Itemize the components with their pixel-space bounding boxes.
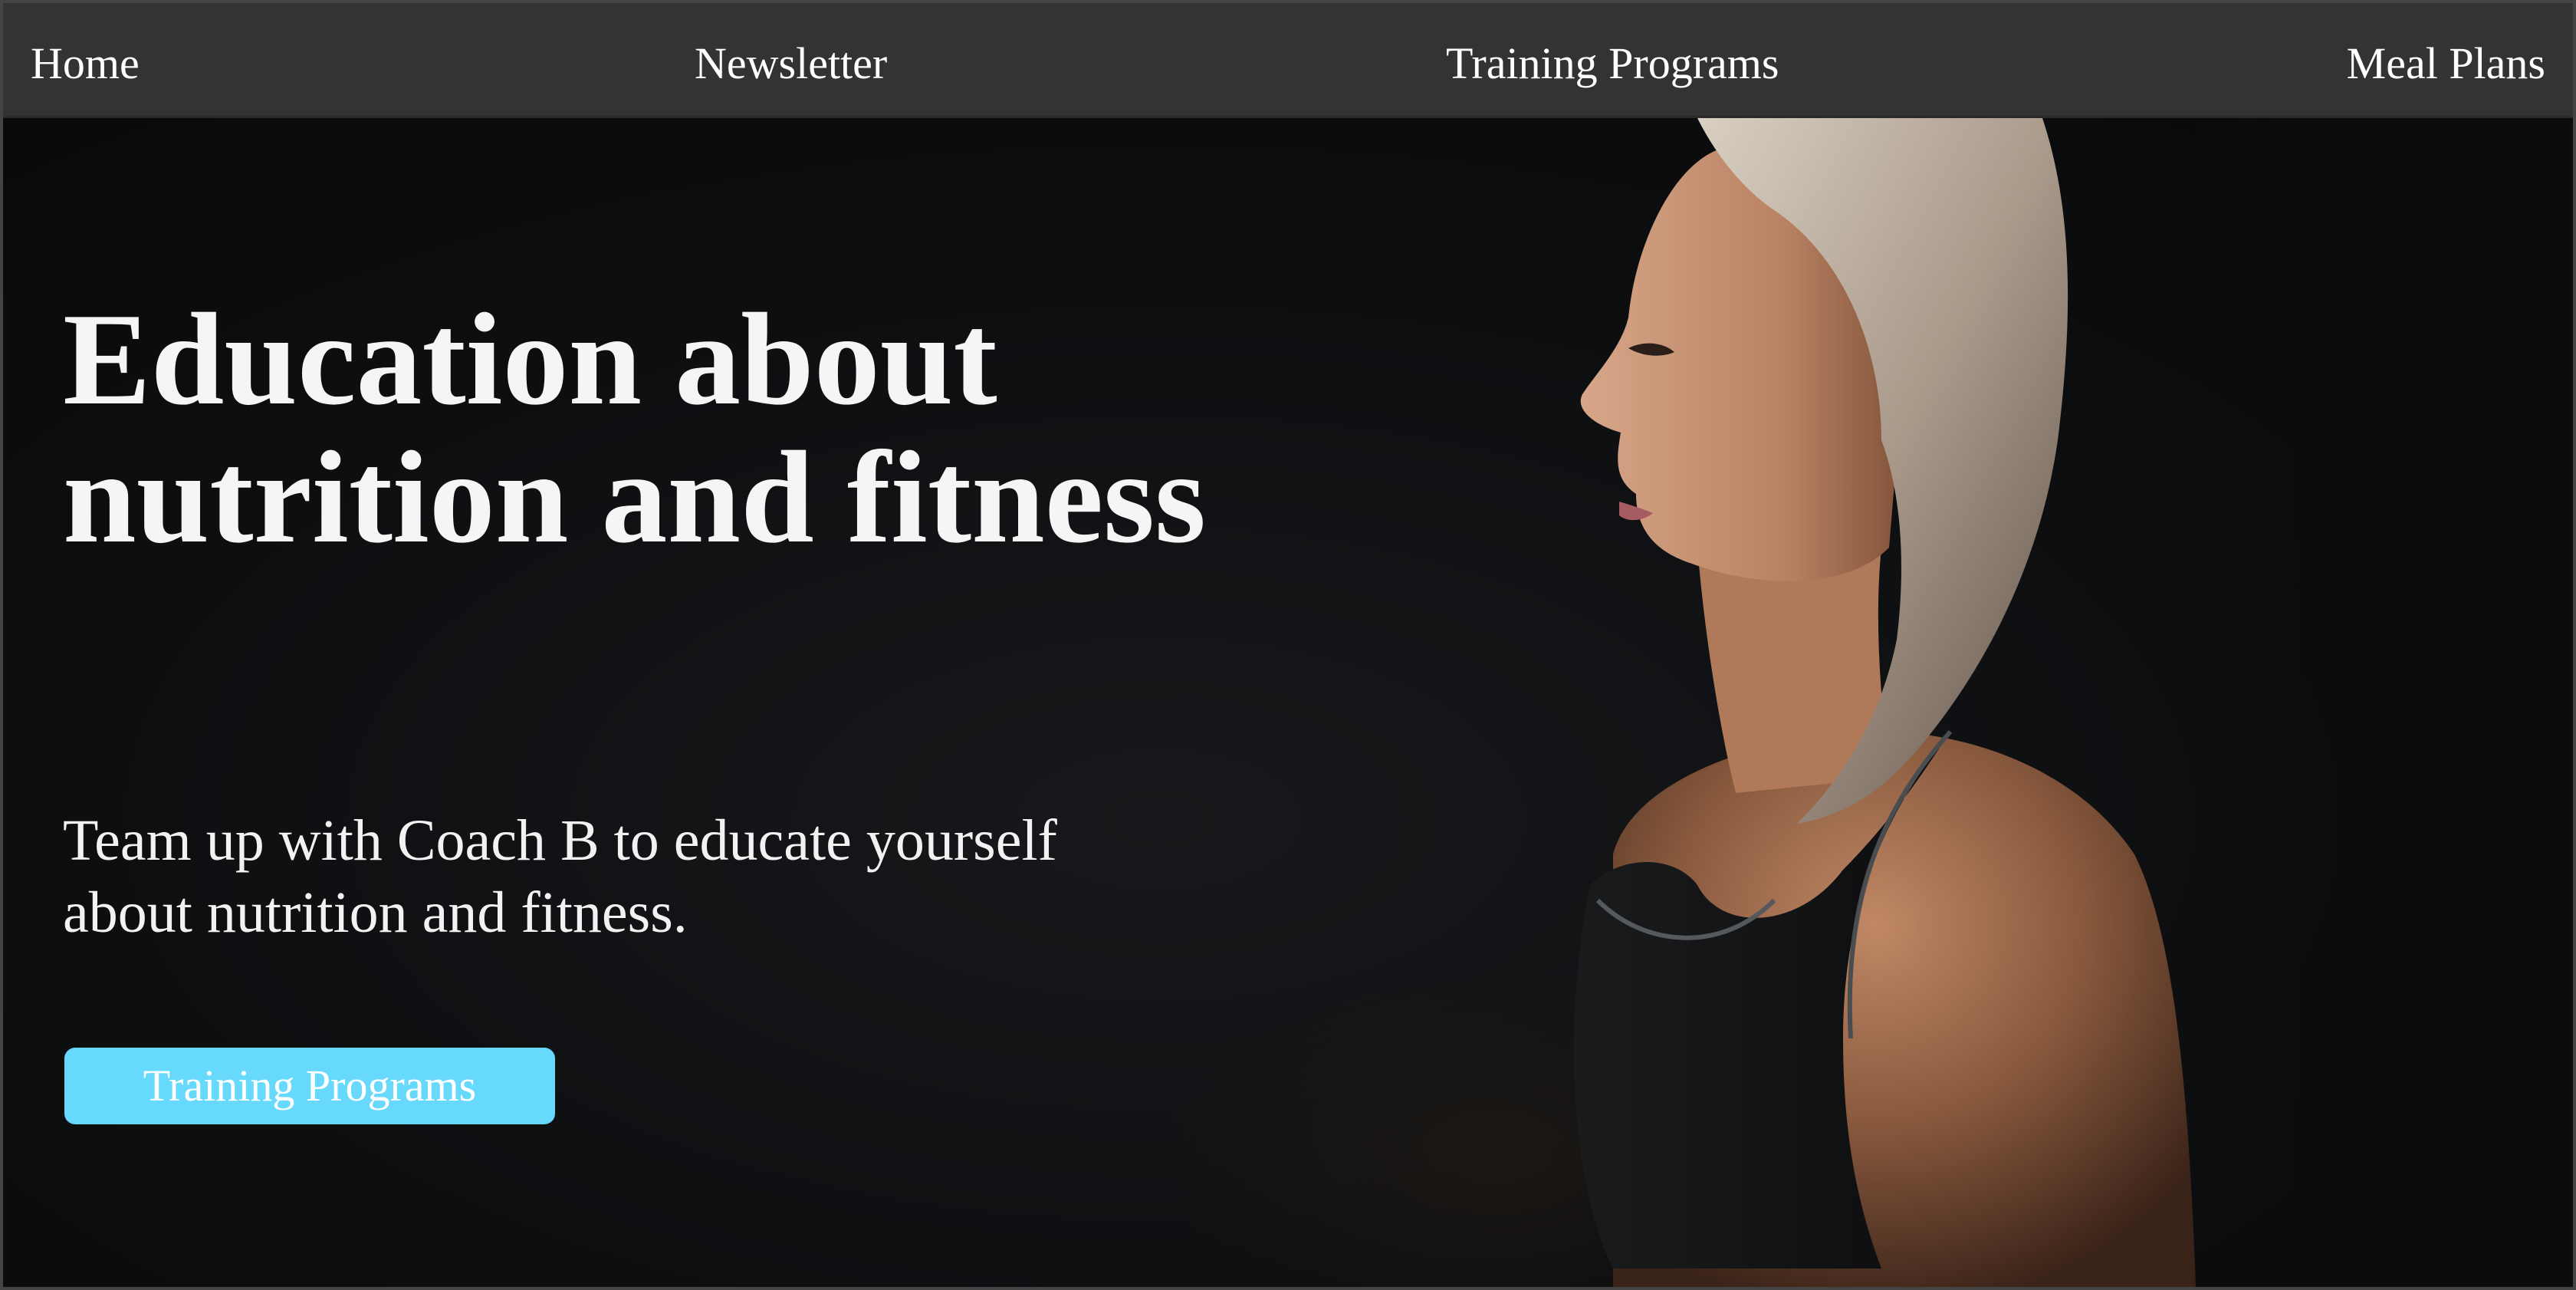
hero-subtitle: Team up with Coach B to educate yourself… [63,808,1057,945]
training-programs-button[interactable]: Training Programs [64,1048,555,1124]
hero-image-shadow [2190,118,2573,1287]
hero-title: Education about nutrition and fitness [63,287,1206,571]
nav-link-home[interactable]: Home [31,37,140,90]
nav-link-training-programs[interactable]: Training Programs [1446,37,1779,90]
nav-link-meal-plans[interactable]: Meal Plans [2347,37,2545,90]
top-navbar: Home Newsletter Training Programs Meal P… [3,3,2573,118]
page: Home Newsletter Training Programs Meal P… [0,0,2576,1290]
nav-link-newsletter[interactable]: Newsletter [695,37,887,90]
hero-section: Education about nutrition and fitness Te… [3,118,2573,1287]
hero-athlete-image [1573,118,2196,1287]
